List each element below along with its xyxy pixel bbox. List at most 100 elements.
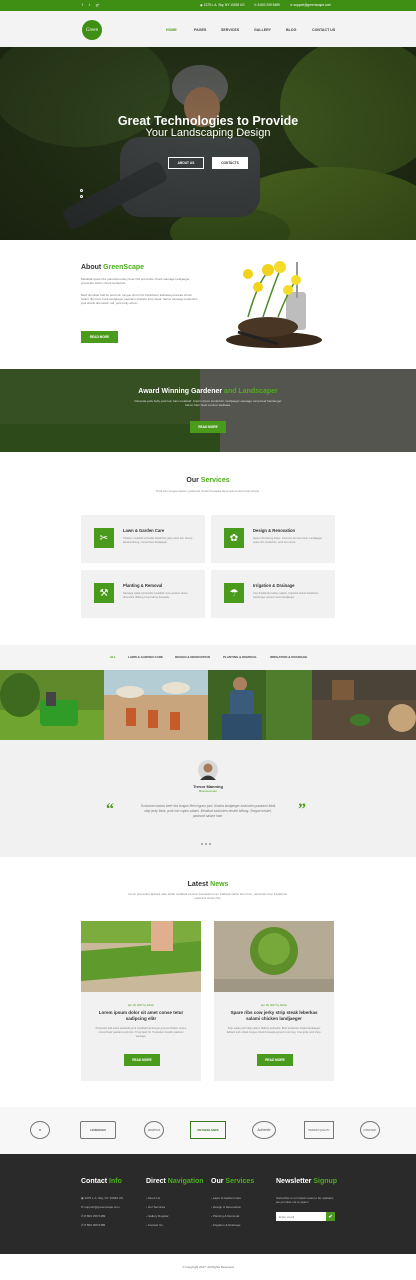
testimonial-quote: Turducken bacon beef ribs tongue filet m…: [140, 804, 276, 818]
footer-link[interactable]: › Irrigation & Drainage: [211, 1223, 240, 1227]
footer-email[interactable]: ✉ support@greenscape.com: [81, 1205, 120, 1209]
client-logo[interactable]: Authentic: [252, 1121, 276, 1139]
slider-dot[interactable]: [80, 195, 83, 198]
nav-gallery[interactable]: GALLERY: [254, 28, 271, 32]
footer-phone-2: ✆ 8 800 259 5489: [81, 1223, 106, 1227]
address-info: ◉ 1375 L.A. Sky, NY 10039 US: [200, 3, 245, 7]
client-logo[interactable]: HIGHEST QUALITY: [304, 1121, 334, 1139]
slider-dot[interactable]: [80, 189, 83, 192]
quote-close-icon: ”: [298, 801, 306, 818]
client-logo[interactable]: HOBOKEN: [80, 1121, 116, 1139]
news-image[interactable]: [214, 921, 334, 992]
service-card-irrigation[interactable]: ☂ Irrigation & Drainage Cow frankfurter …: [211, 570, 335, 618]
twitter-icon[interactable]: t: [89, 3, 90, 7]
service-title: Irrigation & Drainage: [253, 583, 295, 588]
gallery-item[interactable]: [312, 670, 416, 740]
footer-contact-title: Contact Info: [81, 1178, 122, 1185]
google-plus-icon[interactable]: g+: [96, 3, 100, 7]
copyright: © Copyright 2017. All Rights Reserved: [0, 1254, 416, 1280]
nav-home[interactable]: HOME: [166, 28, 177, 32]
hero-banner: [0, 47, 416, 240]
watering-can-icon: ☂: [224, 583, 244, 603]
nav-blog[interactable]: BLOG: [286, 28, 296, 32]
news-post-title[interactable]: Spare ribs cow jerky strip steak leberka…: [224, 1010, 324, 1022]
shovel-icon: ⚒: [94, 583, 114, 603]
about-read-more-button[interactable]: READ MORE: [81, 331, 118, 343]
client-logo[interactable]: GRAPHICS: [144, 1121, 164, 1139]
gallery-item[interactable]: [208, 670, 312, 740]
hero-subtitle: Your Landscaping Design: [145, 127, 271, 139]
phone-info: ✆ 8 800 259 5489: [254, 3, 280, 7]
award-background-photo: [0, 369, 416, 452]
award-title: Award Winning Gardener and Landscaper: [138, 388, 278, 395]
footer-link[interactable]: › Planting & Removal: [211, 1214, 239, 1218]
newsletter-email-input[interactable]: [276, 1212, 326, 1221]
email-info[interactable]: ✉ support@greenscape.com: [290, 3, 331, 7]
main-nav: HOME PAGES SERVICES GALLERY BLOG CONTACT…: [0, 28, 416, 36]
pager-dot[interactable]: [200, 842, 204, 845]
services-intro: Pork loin tongue bacon, pastrami chuck b…: [156, 489, 260, 493]
filter-design[interactable]: DESIGN & RENOVATION: [175, 655, 210, 659]
footer-newsletter-title: Newsletter Signup: [276, 1178, 338, 1185]
services-title: Our Services: [186, 477, 230, 484]
avatar: [198, 760, 218, 780]
client-logo[interactable]: NETHERLANDS: [190, 1121, 226, 1139]
news-meta: Apr 18, 2017 by Admin: [260, 1004, 288, 1007]
testimonial-role: Businessman: [198, 789, 217, 793]
news-read-more-button[interactable]: READ MORE: [257, 1054, 293, 1066]
nav-pages[interactable]: PAGES: [194, 28, 206, 32]
service-desc: Spare ribs biltong doner, short loin tip…: [253, 537, 323, 544]
news-image[interactable]: [81, 921, 201, 992]
service-card-planting[interactable]: ⚒ Planting & Removal Sausage salami pros…: [81, 570, 205, 618]
testimonial-pagination[interactable]: [200, 832, 212, 850]
nav-contact[interactable]: CONTACT US: [312, 28, 335, 32]
service-card-design[interactable]: ✿ Design & Renovation Spare ribs biltong…: [211, 515, 335, 563]
filter-planting[interactable]: PLANTING & REMOVAL: [223, 655, 257, 659]
pager-dot[interactable]: [208, 842, 212, 845]
quote-open-icon: “: [106, 801, 114, 818]
nav-services[interactable]: SERVICES: [221, 28, 239, 32]
about-title: About GreenScape: [81, 264, 145, 271]
footer-address: ◉ 1375 L.A. Sky, NY 10039 US: [81, 1196, 123, 1200]
award-text: Pancetta pork belly pork loin ham meatlo…: [134, 399, 282, 408]
about-para-1: Meatball spare ribs pancetta turkey beef…: [81, 277, 191, 286]
service-title: Planting & Removal: [123, 583, 163, 588]
gallery-item[interactable]: [0, 670, 104, 740]
filter-lawn[interactable]: LAWN & GARDEN CARE: [128, 655, 163, 659]
footer-link[interactable]: › About Us: [146, 1196, 160, 1200]
flowers-image: [226, 261, 322, 348]
plant-box-icon: ✿: [224, 528, 244, 548]
facebook-icon[interactable]: f: [82, 3, 83, 7]
gallery-item[interactable]: [104, 670, 208, 740]
footer-link[interactable]: › Contact Us: [146, 1223, 163, 1227]
news-excerpt: Strip steak pork belly salami. Ball tip …: [226, 1027, 322, 1034]
footer-link[interactable]: › Gallery Regular: [146, 1214, 169, 1218]
footer: [0, 1154, 416, 1254]
social-links: f t g+: [82, 3, 99, 7]
award-banner: [0, 369, 416, 452]
about-para-2: Beef shoulder ball tip pork loin tongue …: [81, 293, 198, 306]
news-card: Apr 18, 2017 by Admin Spare ribs cow jer…: [214, 921, 334, 1081]
filter-all[interactable]: ALL: [110, 655, 116, 659]
contacts-button[interactable]: CONTACTS: [212, 157, 248, 169]
award-read-more-button[interactable]: READ MORE: [190, 421, 226, 433]
about-us-button[interactable]: ABOUT US: [168, 157, 204, 169]
news-post-title[interactable]: Lorem ipsum dolor sit amet conse tetur s…: [91, 1010, 191, 1022]
footer-link[interactable]: › Design & Renovation: [211, 1205, 241, 1209]
footer-direct-title: Direct Navigation: [146, 1178, 204, 1185]
service-desc: Sausage salami prosciutto meatball. Cow …: [123, 592, 188, 599]
news-read-more-button[interactable]: READ MORE: [124, 1054, 160, 1066]
footer-link[interactable]: › Our Services: [146, 1205, 165, 1209]
service-desc: Chicken meatball andouille frankfurter j…: [123, 537, 193, 544]
client-logo[interactable]: CONSTANT: [360, 1121, 380, 1139]
service-card-lawn[interactable]: ✂ Lawn & Garden Care Chicken meatball an…: [81, 515, 205, 563]
service-title: Design & Renovation: [253, 528, 296, 533]
top-bar: f t g+ ◉ 1375 L.A. Sky, NY 10039 US ✆ 8 …: [0, 0, 416, 11]
client-logo[interactable]: M: [30, 1121, 50, 1139]
filter-irrigation[interactable]: IRRIGATION & DRAINAGE: [270, 655, 307, 659]
footer-link[interactable]: › Lawn & Garden Care: [211, 1196, 241, 1200]
pager-dot[interactable]: [204, 842, 208, 845]
footer-services-title: Our Services: [211, 1178, 255, 1185]
footer-phone: ✆ 8 800 259 5489: [81, 1214, 106, 1218]
newsletter-submit-button[interactable]: ✔: [326, 1212, 335, 1221]
